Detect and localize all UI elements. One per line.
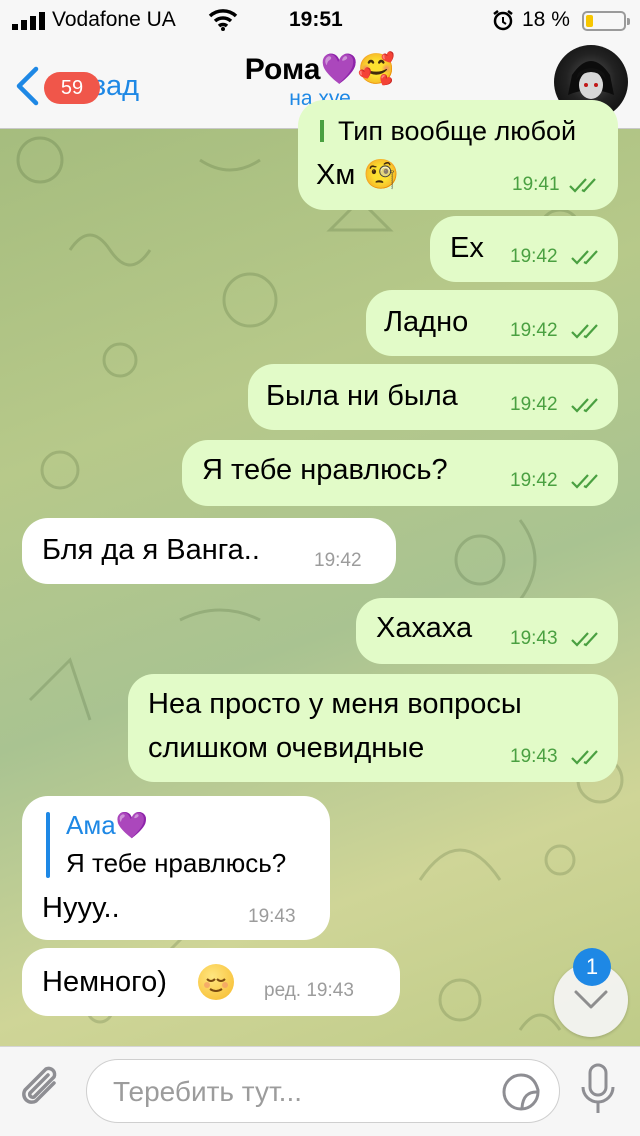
message-time: 19:42 xyxy=(510,394,558,415)
message-bubble[interactable]: Хахаха 19:43 xyxy=(356,598,618,664)
message-text: Хм 🧐 xyxy=(316,159,400,191)
message-text: Была ни была xyxy=(266,380,458,412)
message-bubble[interactable]: Неа просто у меня вопросы слишком очевид… xyxy=(128,674,618,782)
message-time: 19:42 xyxy=(314,550,362,571)
double-check-icon xyxy=(571,750,598,765)
wifi-icon xyxy=(208,9,238,31)
double-check-icon xyxy=(571,398,598,413)
message-time: 19:43 xyxy=(510,746,558,767)
battery-fill xyxy=(586,15,593,27)
message-time: 19:42 xyxy=(510,470,558,491)
message-bubble[interactable]: Бля да я Ванга.. 19:42 xyxy=(22,518,396,584)
message-time: 19:41 xyxy=(512,174,560,195)
mic-icon[interactable] xyxy=(580,1063,616,1117)
message-text: Нууу.. xyxy=(42,892,120,924)
message-text: Бля да я Ванга.. xyxy=(42,534,260,566)
message-field[interactable] xyxy=(86,1059,560,1123)
reply-text: Я тебе нравлюсь? xyxy=(66,848,287,878)
message-text-line: слишком очевидные xyxy=(148,732,425,764)
carrier-name: Vodafone UA xyxy=(52,8,176,31)
reply-bar xyxy=(46,812,50,878)
back-chevron-icon xyxy=(16,66,39,106)
double-check-icon xyxy=(571,250,598,265)
double-check-icon xyxy=(569,178,596,193)
message-bubble[interactable]: Тип вообще любой Хм 🧐 19:41 xyxy=(298,100,618,210)
scroll-unread-badge: 1 xyxy=(573,948,611,986)
message-text: Я тебе нравлюсь? xyxy=(202,454,448,486)
relieved-emoji-icon xyxy=(198,964,234,1000)
message-input[interactable] xyxy=(111,1072,495,1112)
signal-icon xyxy=(12,12,45,30)
chevron-down-icon xyxy=(574,990,608,1009)
message-time: 19:42 xyxy=(510,246,558,267)
message-text: Хахаха xyxy=(376,612,473,644)
message-bubble[interactable]: Немного) ред. 19:43 xyxy=(22,948,400,1016)
reply-preview-text: Тип вообще любой xyxy=(338,116,577,146)
message-bubble[interactable]: Ех 19:42 xyxy=(430,216,618,282)
message-text-line: Неа просто у меня вопросы xyxy=(148,688,522,720)
relieved-face-glyph xyxy=(204,978,228,992)
message-bubble[interactable]: Ама💜 Я тебе нравлюсь? Нууу.. 19:43 xyxy=(22,796,330,940)
message-time: ред. 19:43 xyxy=(264,980,354,1001)
chat-screen: Vodafone UA 19:51 18 % Назад 59 Р xyxy=(0,0,640,1136)
battery-nub xyxy=(627,18,630,25)
back-button[interactable]: Назад 59 xyxy=(14,66,174,106)
unread-badge: 59 xyxy=(44,72,100,104)
message-text: Немного) xyxy=(42,966,167,998)
status-time: 19:51 xyxy=(289,8,343,31)
message-time: 19:43 xyxy=(248,906,296,927)
battery-icon xyxy=(582,11,630,31)
chat-title: Рома💜🥰 xyxy=(244,53,396,86)
message-time: 19:43 xyxy=(510,628,558,649)
message-text: Ладно xyxy=(384,306,469,338)
double-check-icon xyxy=(571,324,598,339)
sticker-icon[interactable] xyxy=(501,1072,541,1112)
battery-percent: 18 % xyxy=(522,8,570,31)
reply-author: Ама💜 xyxy=(66,810,149,840)
double-check-icon xyxy=(571,474,598,489)
reply-bar xyxy=(320,120,324,142)
message-time: 19:42 xyxy=(510,320,558,341)
message-bubble[interactable]: Я тебе нравлюсь? 19:42 xyxy=(182,440,618,506)
composer-bar xyxy=(0,1046,640,1136)
attach-icon[interactable] xyxy=(18,1063,66,1115)
message-text: Ех xyxy=(450,232,484,264)
status-bar: Vodafone UA 19:51 18 % xyxy=(0,0,640,40)
alarm-icon xyxy=(493,10,513,31)
message-bubble[interactable]: Была ни была 19:42 xyxy=(248,364,618,430)
double-check-icon xyxy=(571,632,598,647)
message-bubble[interactable]: Ладно 19:42 xyxy=(366,290,618,356)
